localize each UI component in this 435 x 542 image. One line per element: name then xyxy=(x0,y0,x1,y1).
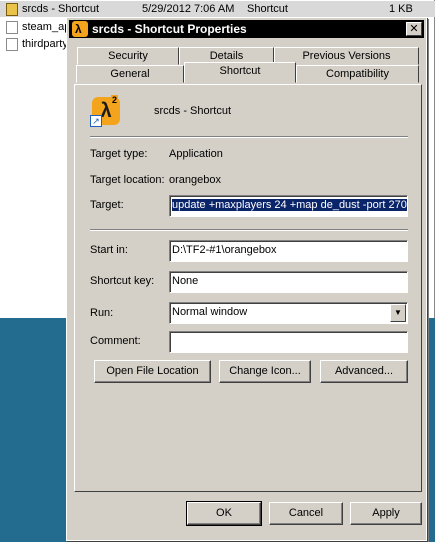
target-input[interactable]: update +maxplayers 24 +map de_dust -port… xyxy=(169,195,408,217)
chevron-down-icon[interactable]: ▼ xyxy=(390,304,406,322)
tab-shortcut[interactable]: Shortcut xyxy=(184,62,296,83)
file-size: 1 KB xyxy=(389,3,413,15)
target-input-text: update +maxplayers 24 +map de_dust -port… xyxy=(172,199,407,211)
shortcut-key-input[interactable]: None xyxy=(169,271,408,293)
dialog-title: srcds - Shortcut Properties xyxy=(92,22,247,36)
cancel-button[interactable]: Cancel xyxy=(269,502,343,525)
target-location-value: orangebox xyxy=(169,174,221,186)
shortcut-file-icon xyxy=(6,3,18,16)
file-name: steam_ap xyxy=(22,21,71,33)
run-select-value: Normal window xyxy=(172,306,248,318)
file-type: Shortcut xyxy=(247,3,288,15)
open-file-location-button[interactable]: Open File Location xyxy=(94,360,211,383)
title-bar[interactable]: srcds - Shortcut Properties ✕ xyxy=(69,20,424,38)
shortcut-arrow-icon: ↗ xyxy=(90,115,102,127)
superscript-2-icon: 2 xyxy=(111,95,119,105)
shortcut-name: srcds - Shortcut xyxy=(154,105,232,117)
run-label: Run: xyxy=(90,307,114,319)
apply-button[interactable]: Apply xyxy=(350,502,422,525)
tab-compatibility[interactable]: Compatibility xyxy=(296,65,419,83)
run-select[interactable]: Normal window ▼ xyxy=(169,302,408,324)
target-label: Target: xyxy=(90,199,124,211)
separator xyxy=(90,136,408,138)
file-date: 5/29/2012 7:06 AM xyxy=(142,3,235,15)
comment-label: Comment: xyxy=(90,335,141,347)
file-name: srcds - Shortcut xyxy=(22,3,100,15)
tab-security[interactable]: Security xyxy=(77,47,179,65)
separator xyxy=(90,229,408,231)
target-type-label: Target type: xyxy=(90,148,148,160)
ok-button[interactable]: OK xyxy=(186,501,262,526)
file-row-srcds-shortcut[interactable]: srcds - Shortcut 5/29/2012 7:06 AM Short… xyxy=(0,1,435,17)
file-icon xyxy=(6,21,18,34)
change-icon-button[interactable]: Change Icon... xyxy=(219,360,311,383)
close-button[interactable]: ✕ xyxy=(406,22,422,36)
file-name: thirdparty xyxy=(22,38,68,50)
shortcut-key-input-text: None xyxy=(172,275,199,287)
advanced-button[interactable]: Advanced... xyxy=(320,360,408,383)
start-in-input-text: D:\TF2-#1\orangebox xyxy=(172,244,277,256)
target-location-label: Target location: xyxy=(90,174,165,186)
start-in-input[interactable]: D:\TF2-#1\orangebox xyxy=(169,240,408,262)
file-icon xyxy=(6,38,18,51)
half-life-app-icon xyxy=(72,20,88,38)
shortcut-key-label: Shortcut key: xyxy=(90,275,155,287)
comment-input[interactable] xyxy=(169,331,408,353)
target-type-value: Application xyxy=(169,148,223,160)
half-life-2-icon: λ 2 ↗ xyxy=(90,95,122,129)
start-in-label: Start in: xyxy=(90,244,128,256)
tab-general[interactable]: General xyxy=(76,65,184,83)
